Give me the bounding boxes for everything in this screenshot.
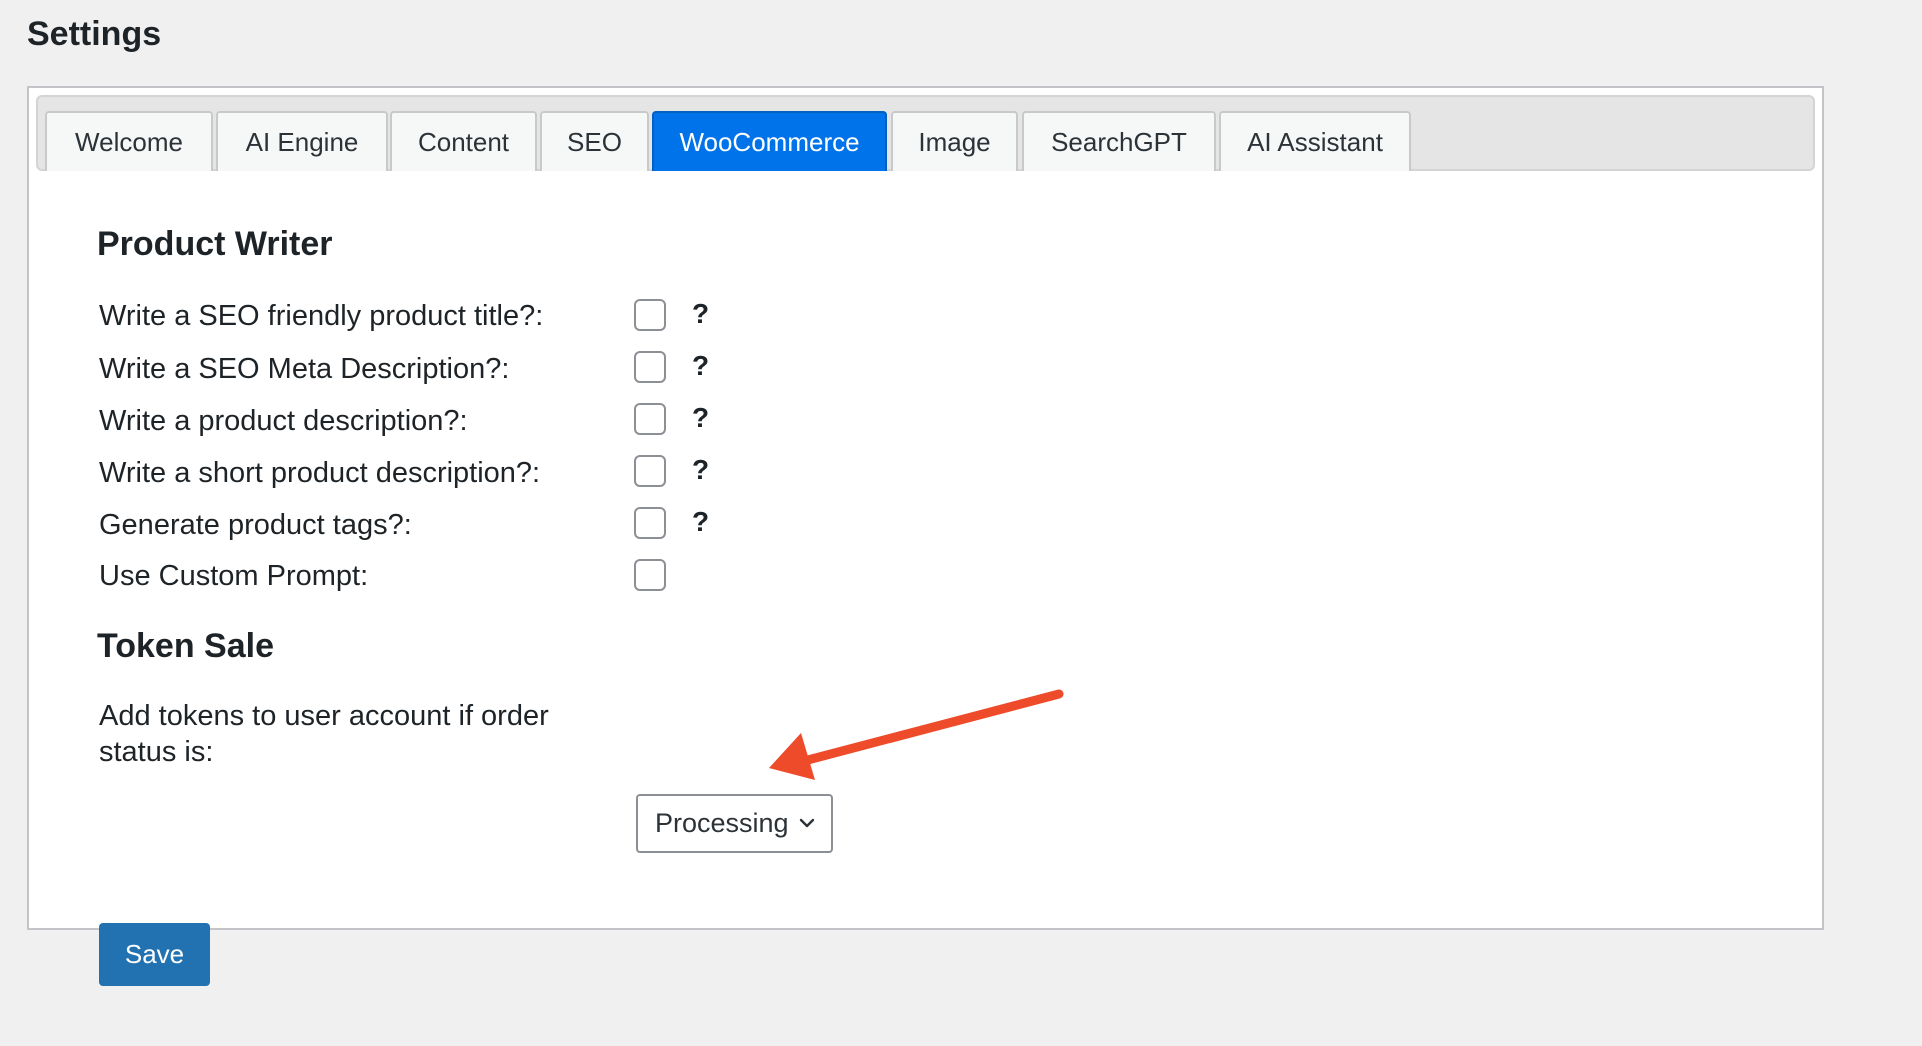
custom-prompt-checkbox[interactable] xyxy=(634,559,666,591)
settings-page: Settings Welcome AI Engine Content SEO W… xyxy=(0,0,1922,1046)
product-tags-label: Generate product tags?: xyxy=(99,509,412,541)
product-description-checkbox[interactable] xyxy=(634,403,666,435)
token-sale-title: Token Sale xyxy=(97,627,274,665)
seo-meta-checkbox[interactable] xyxy=(634,351,666,383)
save-button[interactable]: Save xyxy=(99,923,210,986)
tab-ai-engine[interactable]: AI Engine xyxy=(216,111,388,171)
order-status-value: Processing xyxy=(655,808,789,838)
custom-prompt-label: Use Custom Prompt: xyxy=(99,560,369,592)
tab-searchgpt[interactable]: SearchGPT xyxy=(1022,111,1216,171)
seo-meta-label: Write a SEO Meta Description?: xyxy=(99,353,510,385)
tab-woocommerce[interactable]: WooCommerce xyxy=(652,111,887,171)
seo-title-checkbox[interactable] xyxy=(634,299,666,331)
chevron-down-icon xyxy=(799,818,815,828)
product-tags-help-icon[interactable]: ? xyxy=(692,504,709,540)
arrow-annotation-icon xyxy=(769,689,1064,780)
tab-welcome[interactable]: Welcome xyxy=(45,111,213,171)
tab-bar: Welcome AI Engine Content SEO WooCommerc… xyxy=(36,95,1815,171)
seo-title-label: Write a SEO friendly product title?: xyxy=(99,300,544,332)
page-title: Settings xyxy=(27,15,162,53)
tab-content[interactable]: Content xyxy=(390,111,537,171)
short-description-help-icon[interactable]: ? xyxy=(692,452,709,488)
order-status-label: Add tokens to user account if order stat… xyxy=(99,700,549,768)
settings-panel: Welcome AI Engine Content SEO WooCommerc… xyxy=(27,86,1824,986)
product-tags-checkbox[interactable] xyxy=(634,507,666,539)
seo-title-help-icon[interactable]: ? xyxy=(692,296,709,332)
seo-meta-help-icon[interactable]: ? xyxy=(692,348,709,384)
tab-image[interactable]: Image xyxy=(891,111,1018,171)
short-description-label: Write a short product description?: xyxy=(99,457,541,489)
order-status-select[interactable]: Processing xyxy=(636,794,833,853)
short-description-checkbox[interactable] xyxy=(634,455,666,487)
product-description-label: Write a product description?: xyxy=(99,405,468,437)
tab-ai-assistant[interactable]: AI Assistant xyxy=(1219,111,1411,171)
product-writer-title: Product Writer xyxy=(97,225,333,263)
tab-seo[interactable]: SEO xyxy=(540,111,649,171)
product-description-help-icon[interactable]: ? xyxy=(692,400,709,436)
